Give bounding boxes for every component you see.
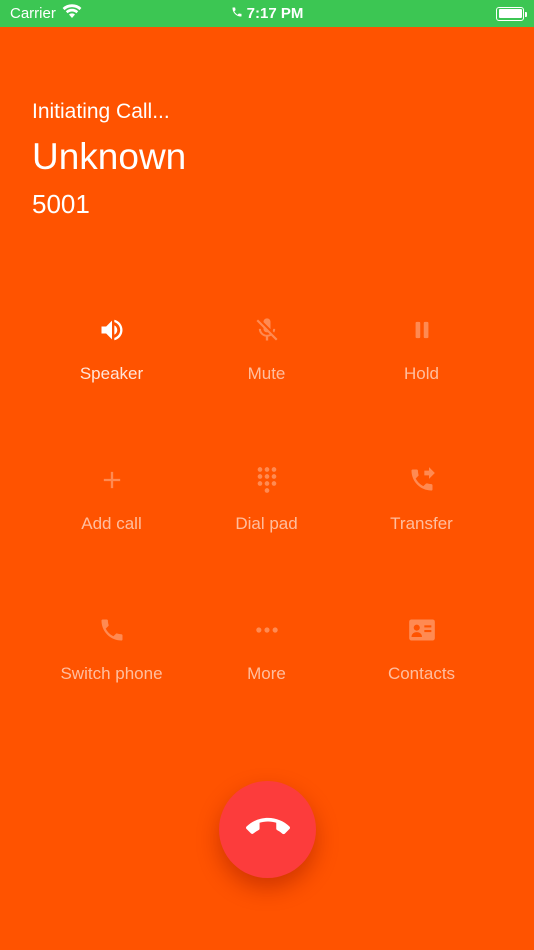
caller-name: Unknown: [32, 136, 187, 177]
hold-button[interactable]: Hold: [344, 310, 499, 460]
call-screen: Carrier 7:17 PM Initiating Call... Unkno…: [0, 0, 534, 950]
carrier-label: Carrier: [10, 5, 56, 22]
switch-phone-label: Switch phone: [60, 664, 163, 683]
caller-number: 5001: [32, 189, 90, 219]
end-call-icon: [245, 805, 290, 854]
speaker-button[interactable]: Speaker: [34, 310, 189, 460]
hang-up-button[interactable]: [219, 781, 316, 878]
battery-icon: [496, 6, 527, 21]
caller-info: Initiating Call... Unknown 5001: [32, 100, 186, 220]
dial-pad-label: Dial pad: [235, 514, 298, 533]
add-call-label: Add call: [81, 514, 142, 533]
hold-label: Hold: [404, 364, 439, 383]
mic-off-icon: [247, 310, 287, 350]
mute-label: Mute: [247, 364, 286, 383]
phone-icon: [92, 610, 132, 650]
switch-phone-button[interactable]: Switch phone: [34, 610, 189, 760]
clock-label: 7:17 PM: [246, 5, 304, 22]
more-icon: [247, 610, 287, 650]
phone-forward-icon: [402, 460, 442, 500]
call-status: Initiating Call...: [32, 100, 170, 123]
contacts-label: Contacts: [387, 664, 456, 683]
phone-activity-icon: [231, 5, 243, 22]
plus-icon: [92, 460, 132, 500]
pause-icon: [402, 310, 442, 350]
status-bar: Carrier 7:17 PM: [0, 0, 534, 27]
transfer-label: Transfer: [390, 514, 453, 533]
dialpad-icon: [247, 460, 287, 500]
transfer-button[interactable]: Transfer: [344, 460, 499, 610]
more-label: More: [247, 664, 286, 683]
add-call-button[interactable]: Add call: [34, 460, 189, 610]
call-actions: Speaker Mute Hold Add call Dial pad Tran…: [34, 310, 500, 760]
wifi-icon: [62, 4, 82, 23]
status-left: Carrier: [10, 4, 82, 23]
dial-pad-button[interactable]: Dial pad: [189, 460, 344, 610]
speaker-icon: [92, 310, 132, 350]
status-right: [496, 6, 527, 21]
contact-card-icon: [402, 610, 442, 650]
contacts-button[interactable]: Contacts: [344, 610, 499, 760]
mute-button[interactable]: Mute: [189, 310, 344, 460]
speaker-label: Speaker: [79, 364, 144, 383]
more-button[interactable]: More: [189, 610, 344, 760]
